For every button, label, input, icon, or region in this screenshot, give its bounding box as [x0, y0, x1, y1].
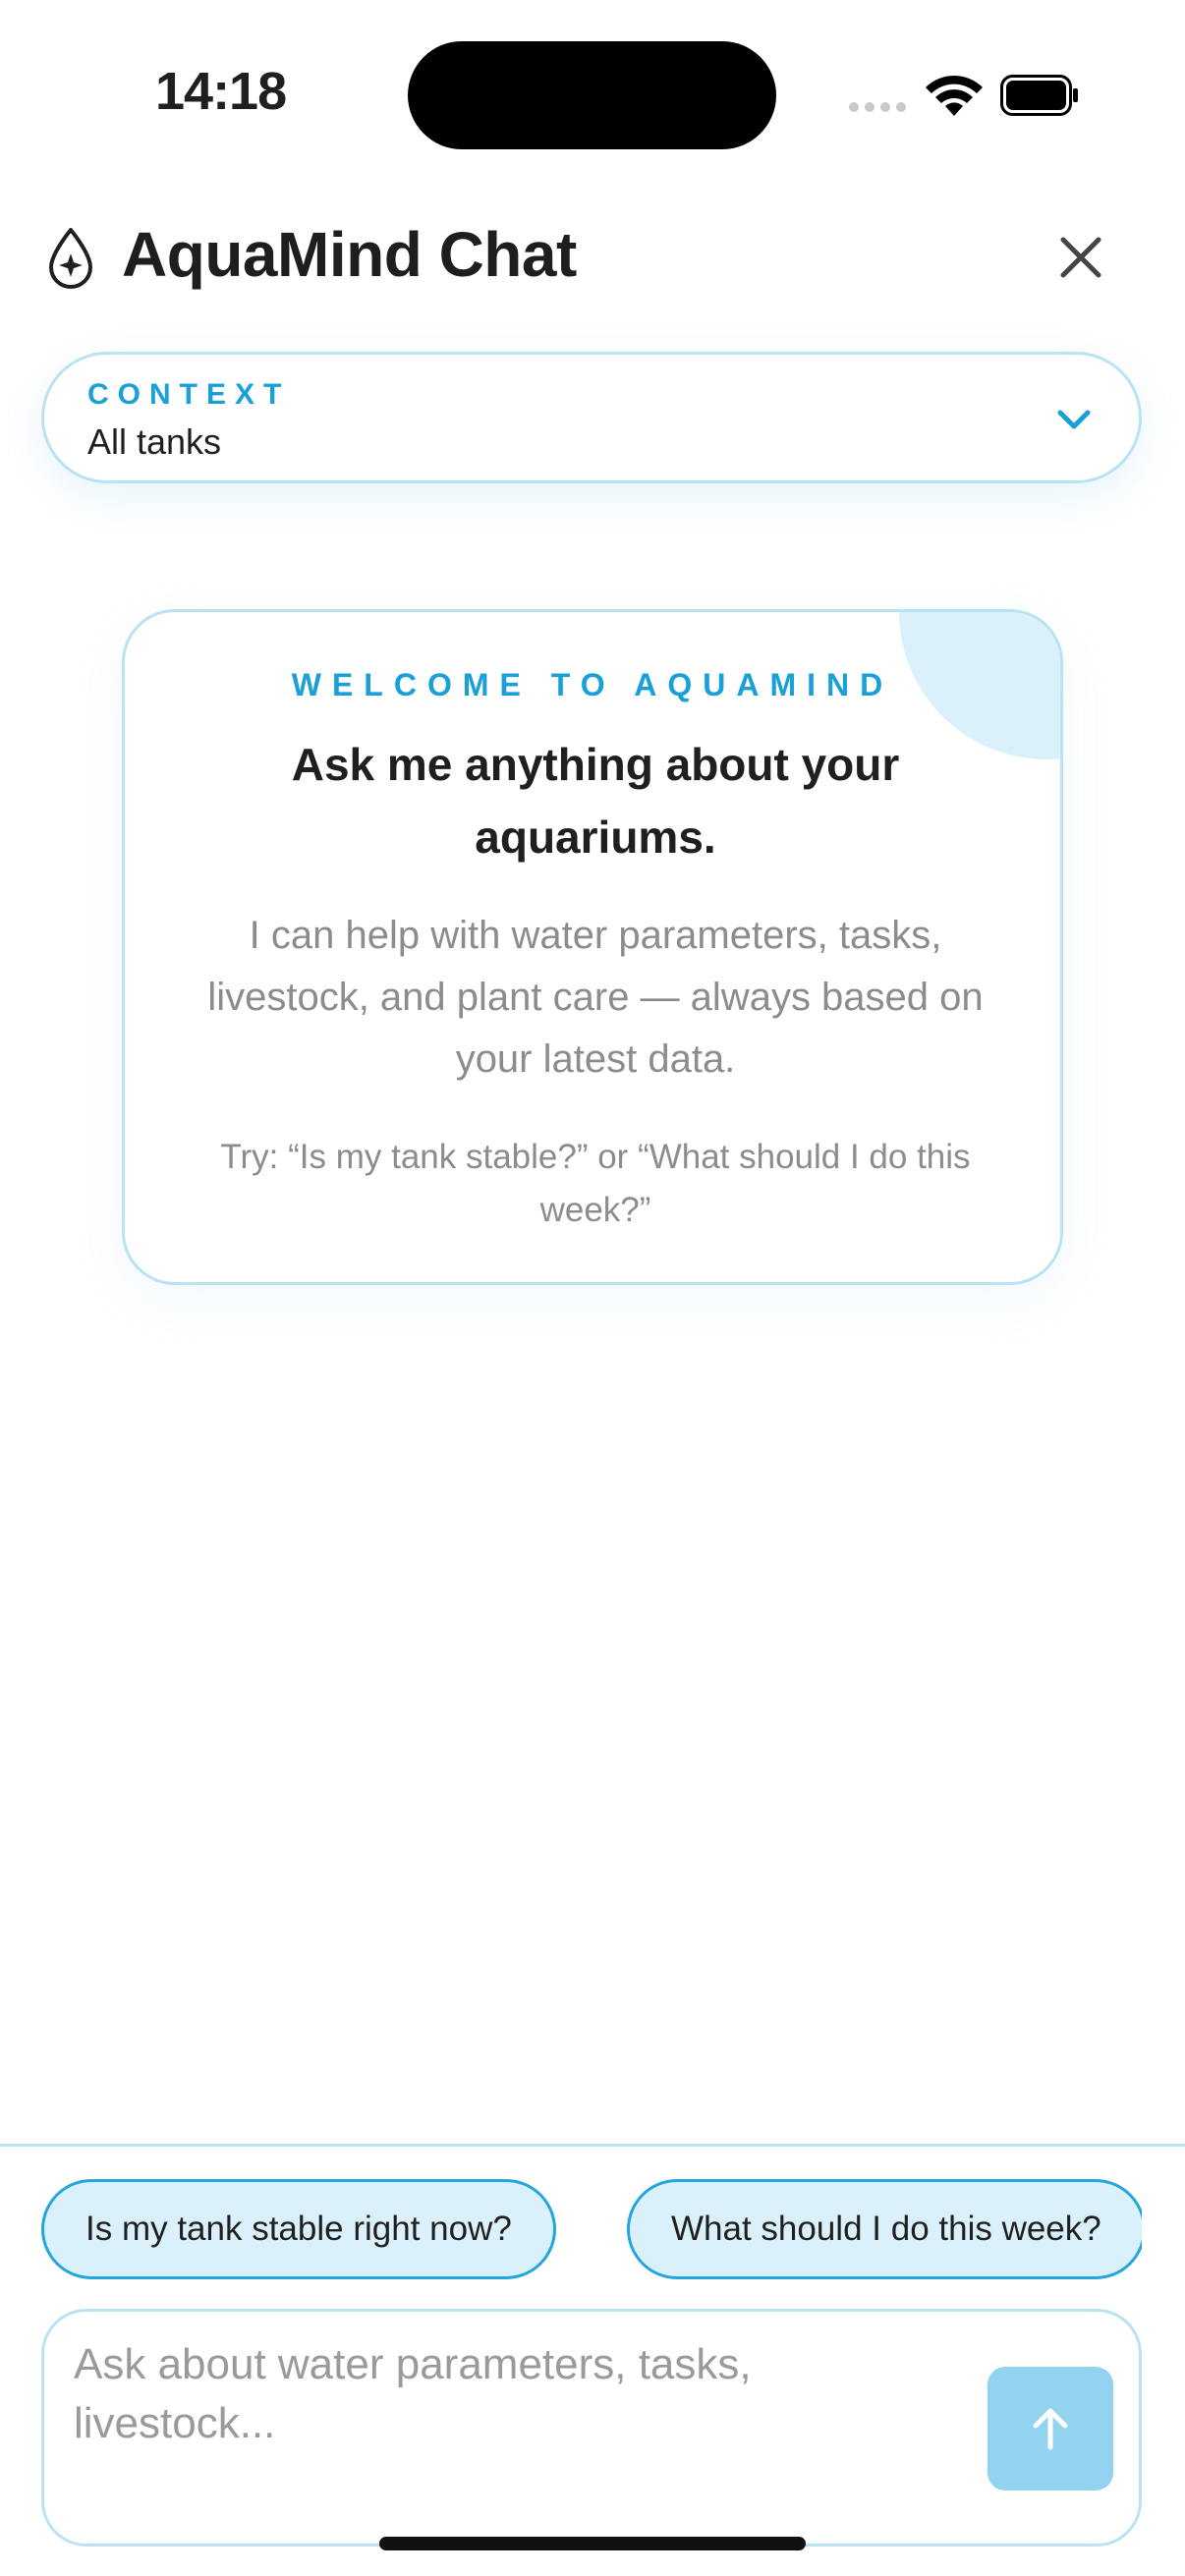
wifi-icon	[926, 75, 983, 116]
arrow-up-icon	[1033, 2408, 1068, 2450]
message-composer	[41, 2309, 1142, 2547]
welcome-title: Ask me anything about your aquariums.	[291, 739, 900, 863]
page-title: AquaMind Chat	[122, 219, 577, 290]
battery-icon	[1000, 75, 1078, 116]
welcome-tip: Try: “Is my tank stable?” or “What shoul…	[220, 1138, 971, 1229]
welcome-eyebrow: WELCOME TO AQUAMIND	[291, 667, 894, 702]
cellular-signal-icon	[849, 102, 908, 116]
suggestion-chip[interactable]: Is my tank stable right now?	[41, 2179, 556, 2279]
message-input[interactable]	[74, 2335, 938, 2483]
close-icon[interactable]	[1049, 226, 1112, 289]
status-bar: 14:18	[0, 0, 1185, 187]
context-label: CONTEXT	[87, 378, 291, 411]
suggestion-chip[interactable]: What should I do this week?	[627, 2179, 1142, 2279]
welcome-body: I can help with water parameters, tasks,…	[207, 914, 984, 1081]
composer-divider	[0, 2144, 1185, 2147]
context-value: All tanks	[87, 421, 222, 462]
home-indicator	[379, 2537, 806, 2550]
welcome-card: WELCOME TO AQUAMIND Ask me anything abou…	[122, 609, 1063, 1285]
chevron-down-icon	[1057, 410, 1091, 429]
send-button[interactable]	[988, 2367, 1113, 2491]
water-drop-sparkle-icon	[49, 228, 92, 289]
status-time: 14:18	[155, 62, 287, 121]
context-selector[interactable]: CONTEXT All tanks	[41, 352, 1142, 483]
suggestion-chips: Is my tank stable right now? What should…	[41, 2179, 1142, 2279]
chat-header: AquaMind Chat	[0, 196, 1185, 324]
dynamic-island	[408, 41, 776, 149]
